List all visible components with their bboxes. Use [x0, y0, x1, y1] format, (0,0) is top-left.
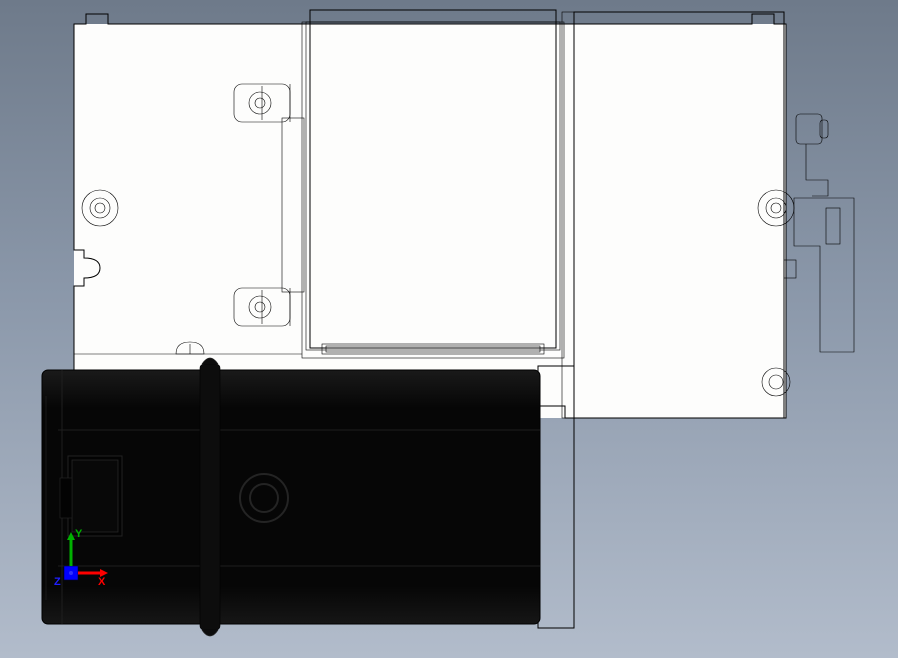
motor-terminal-box	[60, 456, 122, 536]
orientation-triad[interactable]: Y X Z	[50, 532, 110, 592]
axis-z-label: Z	[54, 576, 61, 588]
cad-viewport[interactable]: Y X Z	[0, 0, 898, 658]
axis-z	[69, 571, 73, 575]
wire-arm	[806, 144, 828, 196]
axis-x-label: X	[98, 576, 105, 588]
connector-boss	[796, 114, 828, 144]
main-plate	[74, 14, 796, 418]
motor-clamp	[200, 358, 220, 636]
model-canvas	[0, 0, 898, 658]
axis-y-label: Y	[75, 528, 82, 540]
motor-assembly	[42, 358, 574, 636]
side-bracket	[794, 198, 854, 352]
